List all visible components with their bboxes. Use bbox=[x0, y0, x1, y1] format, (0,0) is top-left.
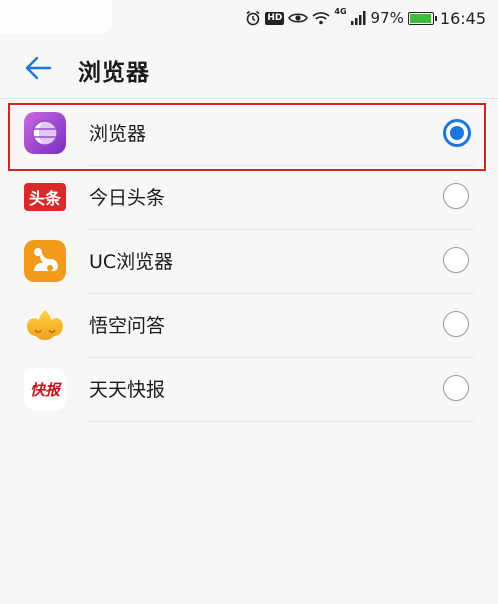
network-type: 4G bbox=[334, 7, 347, 16]
list-item-uc-browser[interactable]: UC浏览器 bbox=[0, 230, 498, 294]
app-label: 天天快报 bbox=[89, 379, 166, 401]
back-button[interactable] bbox=[20, 50, 56, 86]
kuaibao-icon-text: 快报 bbox=[29, 380, 60, 399]
list-item-toutiao[interactable]: 头条 今日头条 bbox=[0, 166, 498, 230]
list-item-kuaibao[interactable]: 快报 天天快报 bbox=[0, 358, 498, 422]
kuaibao-icon: 快报 bbox=[24, 368, 66, 410]
signal-icon bbox=[350, 11, 367, 25]
header-divider bbox=[0, 98, 498, 99]
default-browser-list: 浏览器 头条 今日头条 UC浏览器 悟空问答 快报 天天快报 bbox=[0, 102, 498, 422]
toutiao-icon-text: 头条 bbox=[28, 189, 61, 208]
app-label: UC浏览器 bbox=[89, 251, 174, 273]
list-item-browser[interactable]: 浏览器 bbox=[0, 102, 498, 166]
status-bar: HD 4G 97% 16:45 bbox=[0, 0, 498, 36]
app-label: 浏览器 bbox=[89, 123, 147, 145]
radio-selected[interactable] bbox=[443, 119, 471, 147]
radio-unselected[interactable] bbox=[443, 183, 469, 209]
status-bar-blur bbox=[0, 0, 112, 34]
app-bar: 浏览器 bbox=[0, 36, 498, 100]
list-item-wukong[interactable]: 悟空问答 bbox=[0, 294, 498, 358]
radio-unselected[interactable] bbox=[443, 311, 469, 337]
wifi-icon bbox=[312, 11, 330, 25]
status-icons: HD 4G 97% 16:45 bbox=[245, 7, 486, 28]
battery-percent: 97% bbox=[370, 9, 404, 27]
radio-unselected[interactable] bbox=[443, 247, 469, 273]
toutiao-icon: 头条 bbox=[24, 183, 66, 211]
battery-icon bbox=[407, 11, 437, 25]
wukong-icon bbox=[24, 304, 66, 346]
uc-browser-icon bbox=[24, 240, 66, 282]
huawei-browser-icon bbox=[24, 112, 66, 154]
divider bbox=[89, 421, 474, 422]
radio-unselected[interactable] bbox=[443, 375, 469, 401]
page-title: 浏览器 bbox=[78, 60, 150, 86]
alarm-icon bbox=[245, 10, 261, 26]
eye-comfort-icon bbox=[288, 11, 309, 25]
back-arrow-icon bbox=[25, 56, 52, 80]
hd-icon: HD bbox=[265, 11, 285, 25]
clock: 16:45 bbox=[439, 8, 486, 28]
battery-fill bbox=[409, 13, 432, 23]
app-label: 今日头条 bbox=[89, 187, 166, 209]
app-label: 悟空问答 bbox=[89, 315, 166, 337]
